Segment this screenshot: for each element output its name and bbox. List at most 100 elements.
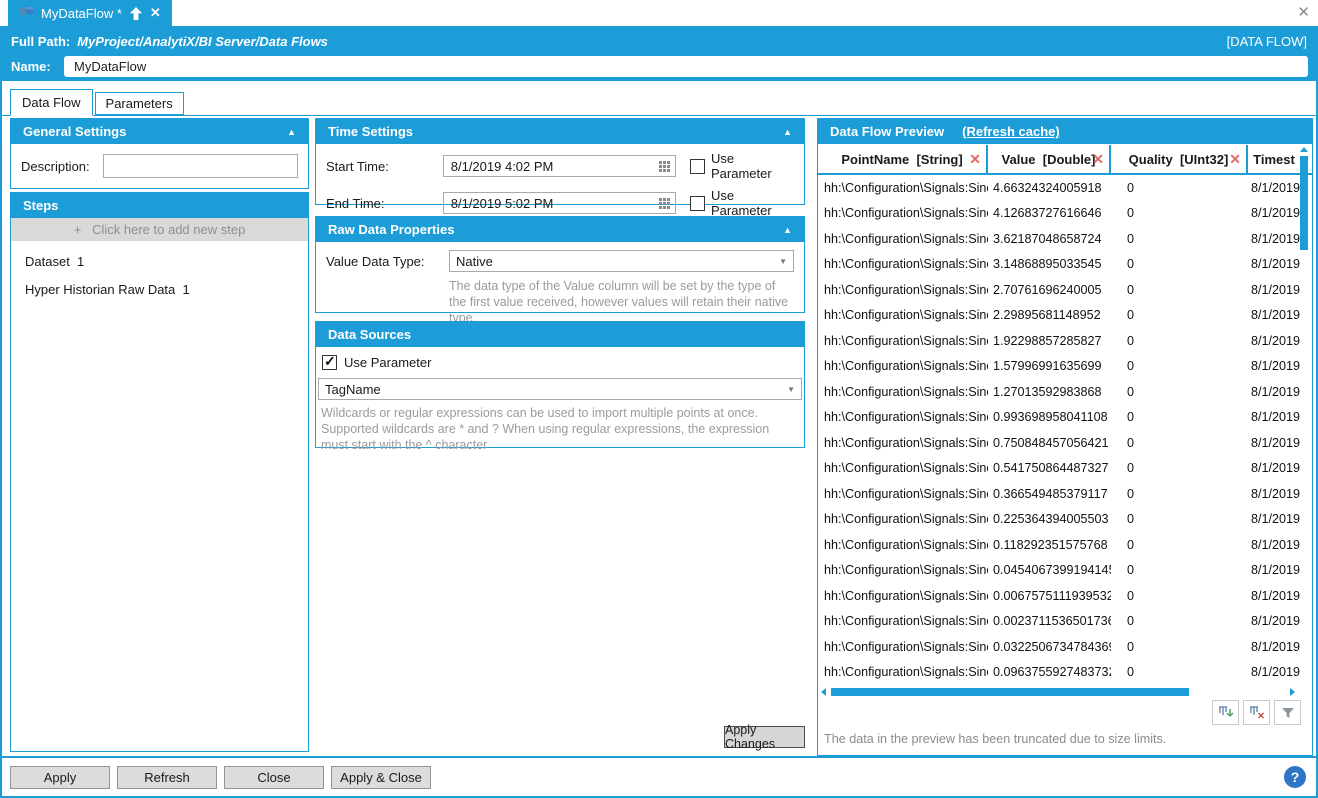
table-row[interactable]: hh:\Configuration\Signals:Sine4.66324324… [818,175,1312,201]
clear-filter-button[interactable] [1243,700,1270,725]
cell-quality: 0 [1111,257,1248,271]
dataflow-editor-frame: Full Path: MyProject/AnalytiX/BI Server/… [0,26,1318,798]
horizontal-scrollbar[interactable] [820,687,1298,697]
table-row[interactable]: hh:\Configuration\Signals:Sine0.04540673… [818,558,1312,584]
remove-column-icon[interactable]: ✕ [969,151,981,168]
window-close-icon[interactable]: ✕ [1297,3,1310,23]
cell-timestamp: 8/1/2019 [1248,283,1300,297]
cell-quality: 0 [1111,385,1248,399]
cell-timestamp: 8/1/2019 [1248,308,1300,322]
cell-timestamp: 8/1/2019 [1248,334,1300,348]
use-parameter-checkbox-sources[interactable] [322,355,337,370]
collapse-arrow-icon[interactable]: ▲ [783,225,792,235]
step-item-dataset[interactable]: Dataset 1 [11,241,308,269]
cell-point: hh:\Configuration\Signals:Sine [818,487,988,501]
apply-button[interactable]: Apply [10,766,110,789]
data-sources-title: Data Sources [328,327,411,342]
apply-changes-button[interactable]: Apply Changes [724,726,805,748]
table-row[interactable]: hh:\Configuration\Signals:Sine0.00237115… [818,609,1312,635]
cell-point: hh:\Configuration\Signals:Sine [818,181,988,195]
start-time-input[interactable]: 8/1/2019 4:02 PM [443,155,676,177]
cell-timestamp: 8/1/2019 [1248,385,1300,399]
cell-quality: 0 [1111,206,1248,220]
clear-sorting-icon [1217,705,1235,721]
cell-quality: 0 [1111,181,1248,195]
general-settings-panel: General Settings ▲ Description: [10,118,309,189]
end-time-value: 8/1/2019 5:02 PM [451,196,653,211]
table-row[interactable]: hh:\Configuration\Signals:Sine3.62187048… [818,226,1312,252]
horizontal-scroll-thumb[interactable] [831,688,1189,696]
table-row[interactable]: hh:\Configuration\Signals:Sine0.00675751… [818,583,1312,609]
collapse-arrow-icon[interactable]: ▲ [287,127,296,137]
refresh-button[interactable]: Refresh [117,766,217,789]
raw-data-properties-title: Raw Data Properties [328,222,454,237]
filter-editor-button[interactable] [1274,700,1301,725]
cell-timestamp: 8/1/2019 [1248,563,1300,577]
general-settings-header: General Settings ▲ [11,119,308,144]
cell-quality: 0 [1111,512,1248,526]
table-row[interactable]: hh:\Configuration\Signals:Sine1.92298857… [818,328,1312,354]
end-use-parameter-checkbox[interactable] [690,196,705,211]
help-button[interactable]: ? [1284,766,1306,788]
table-row[interactable]: hh:\Configuration\Signals:Sine1.27013592… [818,379,1312,405]
table-row[interactable]: hh:\Configuration\Signals:Sine0.03225067… [818,634,1312,660]
cell-quality: 0 [1111,538,1248,552]
table-row[interactable]: hh:\Configuration\Signals:Sine4.12683727… [818,201,1312,227]
table-row[interactable]: hh:\Configuration\Signals:Sine0.11829235… [818,532,1312,558]
scroll-right-icon[interactable] [1290,688,1295,696]
close-button[interactable]: Close [224,766,324,789]
column-header-quality[interactable]: Quality [UInt32] ✕ [1111,145,1248,173]
vertical-scroll-thumb[interactable] [1300,156,1308,250]
cell-value: 1.92298857285827 [988,334,1111,348]
table-row[interactable]: hh:\Configuration\Signals:Sine1.57996991… [818,354,1312,380]
cell-quality: 0 [1111,487,1248,501]
end-time-input[interactable]: 8/1/2019 5:02 PM [443,192,676,214]
float-window-icon[interactable] [129,7,143,20]
cell-quality: 0 [1111,461,1248,475]
tab-data-flow[interactable]: Data Flow [10,89,93,116]
vertical-scrollbar[interactable] [1300,147,1309,687]
column-header-value[interactable]: Value [Double] ✕ [988,145,1111,173]
column-header-pointname[interactable]: PointName [String] ✕ [818,145,988,173]
cell-point: hh:\Configuration\Signals:Sine [818,410,988,424]
cell-point: hh:\Configuration\Signals:Sine [818,232,988,246]
table-row[interactable]: hh:\Configuration\Signals:Sine0.99369895… [818,405,1312,431]
description-input[interactable] [103,154,298,178]
tab-parameters[interactable]: Parameters [95,92,184,115]
column-header-timestamp[interactable]: Timest [1248,145,1300,173]
collapse-arrow-icon[interactable]: ▲ [783,127,792,137]
full-path-value: MyProject/AnalytiX/BI Server/Data Flows [77,34,328,49]
remove-column-icon[interactable]: ✕ [1092,151,1104,168]
table-row[interactable]: hh:\Configuration\Signals:Sine0.36654948… [818,481,1312,507]
cell-value: 4.66324324005918 [988,181,1111,195]
table-row[interactable]: hh:\Configuration\Signals:Sine2.29895681… [818,303,1312,329]
step-item-hyper-historian[interactable]: Hyper Historian Raw Data 1 [11,269,308,297]
data-flow-preview-header: Data Flow Preview (Refresh cache) [818,119,1312,144]
scroll-left-icon[interactable] [821,688,826,696]
table-row[interactable]: hh:\Configuration\Signals:Sine3.14868895… [818,252,1312,278]
table-row[interactable]: hh:\Configuration\Signals:Sine0.75084845… [818,430,1312,456]
cell-point: hh:\Configuration\Signals:Sine [818,359,988,373]
datetime-picker-icon[interactable] [659,161,670,172]
document-tab-close-icon[interactable]: ✕ [150,5,161,21]
name-input[interactable] [64,56,1308,77]
start-use-parameter-checkbox[interactable] [690,159,705,174]
table-row[interactable]: hh:\Configuration\Signals:Sine0.22536439… [818,507,1312,533]
datetime-picker-icon[interactable] [659,198,670,209]
value-data-type-select[interactable]: Native ▼ [449,250,794,272]
table-row[interactable]: hh:\Configuration\Signals:Sine2.70761696… [818,277,1312,303]
cell-value: 0.750848457056421 [988,436,1111,450]
remove-column-icon[interactable]: ✕ [1229,151,1241,168]
scroll-up-icon[interactable] [1300,147,1308,152]
cell-timestamp: 8/1/2019 [1248,614,1300,628]
add-step-button[interactable]: + Click here to add new step [11,218,308,241]
apply-and-close-button[interactable]: Apply & Close [331,766,431,789]
refresh-cache-link[interactable]: (Refresh cache) [962,124,1060,139]
clear-sorting-button[interactable] [1212,700,1239,725]
table-row[interactable]: hh:\Configuration\Signals:Sine0.09637559… [818,660,1312,686]
table-row[interactable]: hh:\Configuration\Signals:Sine0.54175086… [818,456,1312,482]
cell-point: hh:\Configuration\Signals:Sine [818,436,988,450]
document-tab[interactable]: MyDataFlow * ✕ [8,0,172,26]
tag-name-select[interactable]: TagName ▼ [318,378,802,400]
cell-point: hh:\Configuration\Signals:Sine [818,512,988,526]
